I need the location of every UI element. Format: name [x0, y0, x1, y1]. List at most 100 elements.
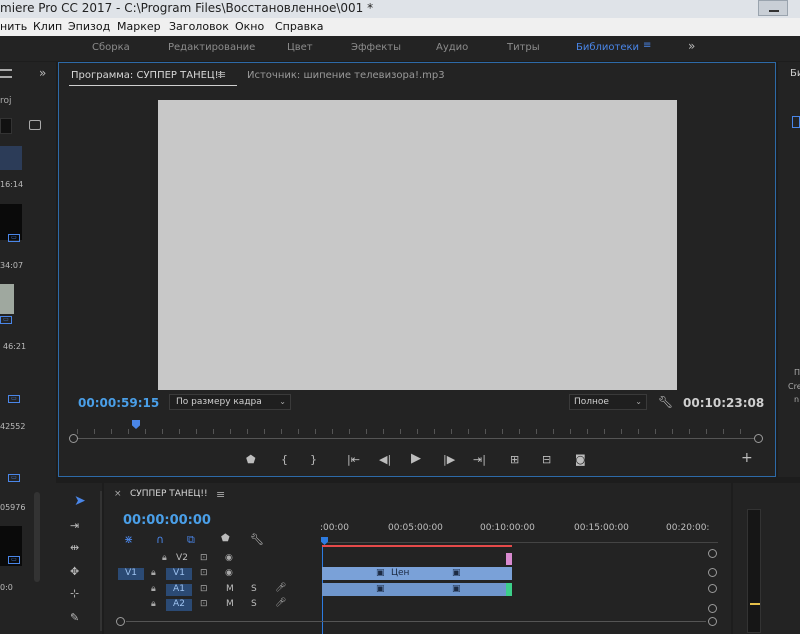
zoom-select[interactable]: По размеру кадра ⌄	[169, 394, 291, 410]
sync-lock-icon[interactable]: ⊡	[200, 568, 208, 578]
wrench-icon[interactable]: 🔧︎	[658, 395, 673, 409]
lock-icon[interactable]: 🔒︎	[162, 553, 167, 563]
time-ruler[interactable]	[77, 438, 755, 439]
step-forward-icon[interactable]: |▶	[443, 453, 455, 466]
workspace-assembly[interactable]: Сборка	[92, 42, 130, 53]
eye-icon[interactable]: ◉	[225, 553, 233, 563]
scroll-start-handle[interactable]	[116, 617, 125, 626]
play-icon[interactable]: ▶	[411, 451, 421, 466]
clip-thumbnail[interactable]	[0, 284, 14, 314]
linked-selection-icon[interactable]: ⧉	[187, 533, 195, 547]
workspace-audio[interactable]: Аудио	[436, 42, 468, 53]
playhead-marker[interactable]	[132, 420, 140, 429]
ruler-tick	[587, 429, 588, 434]
clip-thumbnail[interactable]	[0, 146, 22, 170]
menu-title[interactable]: Заголовок	[169, 20, 229, 33]
menu-sequence[interactable]: Эпизод	[68, 20, 110, 33]
lift-icon[interactable]: ⊞	[510, 453, 519, 466]
panel-overflow-icon[interactable]: »	[39, 66, 46, 80]
solo-button[interactable]: S	[251, 584, 257, 594]
menu-clip[interactable]: Клип	[33, 20, 62, 33]
mute-button[interactable]: M	[226, 584, 234, 594]
step-back-icon[interactable]: ◀|	[379, 453, 391, 466]
workspace-menu-icon[interactable]: ≡	[643, 40, 651, 51]
track-select-tool-icon[interactable]: ⇥	[70, 519, 79, 532]
marker-icon[interactable]: ⬟	[246, 453, 256, 466]
track-target-v2[interactable]: V2	[171, 553, 193, 563]
work-area-bar[interactable]	[322, 545, 512, 547]
mute-button[interactable]: M	[226, 599, 234, 609]
wrench-icon[interactable]: 🔧︎	[250, 533, 264, 546]
track-height-handle[interactable]	[708, 584, 717, 593]
search-input[interactable]	[0, 118, 12, 134]
pen-tool-icon[interactable]: ✎	[70, 611, 79, 624]
library-select[interactable]	[792, 116, 800, 128]
selection-tool-icon[interactable]: ➤	[74, 493, 86, 509]
eye-icon[interactable]: ◉	[225, 568, 233, 578]
zoom-start-handle[interactable]	[69, 434, 78, 443]
folder-icon[interactable]	[29, 120, 41, 130]
add-button-icon[interactable]: +	[741, 450, 753, 466]
mark-out-icon[interactable]: }	[310, 453, 317, 466]
go-to-out-icon[interactable]: ⇥|	[473, 453, 486, 466]
sync-lock-icon[interactable]: ⊡	[200, 584, 208, 594]
workspace-libraries[interactable]: Библиотеки	[576, 42, 639, 53]
sync-lock-icon[interactable]: ⊡	[200, 599, 208, 609]
mark-in-icon[interactable]: {	[281, 453, 288, 466]
horizontal-scrollbar[interactable]	[126, 621, 706, 622]
track-target-v1[interactable]: V1	[166, 568, 192, 580]
workspace-titles[interactable]: Титры	[507, 42, 540, 53]
sequence-tab[interactable]: СУППЕР ТАНЕЦ!!	[130, 489, 208, 499]
time-ruler[interactable]	[322, 535, 718, 543]
go-to-in-icon[interactable]: |⇤	[347, 453, 360, 466]
ruler-tick	[179, 429, 180, 434]
menu-marker[interactable]: Маркер	[117, 20, 161, 33]
playhead-timecode[interactable]: 00:00:59:15	[78, 396, 159, 410]
zoom-end-handle[interactable]	[754, 434, 763, 443]
slide-tool-icon[interactable]: ⊹	[70, 587, 79, 600]
microphone-icon[interactable]: 🎤︎	[275, 598, 286, 608]
snap-icon[interactable]: ⋇	[124, 533, 133, 546]
video-frame[interactable]	[158, 100, 677, 390]
lock-icon[interactable]: 🔒︎	[151, 599, 156, 609]
track-height-handle[interactable]	[708, 604, 717, 613]
slip-tool-icon[interactable]: ✥	[70, 565, 79, 578]
workspace-editing[interactable]: Редактирование	[168, 42, 255, 53]
close-icon[interactable]: ×	[114, 489, 122, 499]
sync-lock-icon[interactable]: ⊡	[200, 553, 208, 563]
workspace-color[interactable]: Цвет	[287, 42, 313, 53]
ripple-tool-icon[interactable]: ⇹	[70, 541, 79, 554]
workspace-overflow-icon[interactable]: »	[688, 39, 695, 53]
source-patch-v1[interactable]: V1	[118, 568, 144, 580]
track-height-handle[interactable]	[708, 568, 717, 577]
ruler-label: 00:05:00:00	[388, 523, 443, 533]
tab-program[interactable]: Программа: СУППЕР ТАНЕЦ!!	[71, 70, 223, 81]
playhead-marker[interactable]	[321, 537, 328, 545]
scrollbar[interactable]	[34, 492, 40, 582]
audio-clip[interactable]: ▣ ▣	[322, 583, 512, 596]
track-target-a2[interactable]: A2	[166, 599, 192, 611]
microphone-icon[interactable]: 🎤︎	[275, 583, 286, 593]
panel-menu-icon[interactable]: ≡	[216, 488, 225, 501]
resolution-select[interactable]: Полное ⌄	[569, 394, 647, 410]
tab-source[interactable]: Источник: шипение телевизора!.mp3	[247, 70, 445, 81]
lock-icon[interactable]: 🔒︎	[151, 584, 156, 594]
track-target-a1[interactable]: A1	[166, 584, 192, 596]
magnet-icon[interactable]: ∩	[156, 533, 164, 546]
track-height-handle[interactable]	[708, 549, 717, 558]
lock-icon[interactable]: 🔒︎	[151, 568, 156, 578]
menu-window[interactable]: Окно	[235, 20, 264, 33]
timeline-timecode[interactable]: 00:00:00:00	[123, 513, 211, 528]
camera-icon[interactable]: ◙	[575, 453, 586, 466]
video-clip[interactable]: ▣ Цен ▣	[322, 567, 512, 580]
scroll-end-handle[interactable]	[708, 617, 717, 626]
marker-icon[interactable]: ⬟	[221, 533, 230, 544]
minimize-button[interactable]	[758, 0, 788, 16]
workspace-effects[interactable]: Эффекты	[351, 42, 401, 53]
panel-menu-icon[interactable]	[0, 69, 12, 78]
menu-file[interactable]: нить	[0, 20, 27, 33]
extract-icon[interactable]: ⊟	[542, 453, 551, 466]
menu-help[interactable]: Справка	[275, 20, 323, 33]
panel-menu-icon[interactable]: ≡	[217, 68, 226, 81]
solo-button[interactable]: S	[251, 599, 257, 609]
